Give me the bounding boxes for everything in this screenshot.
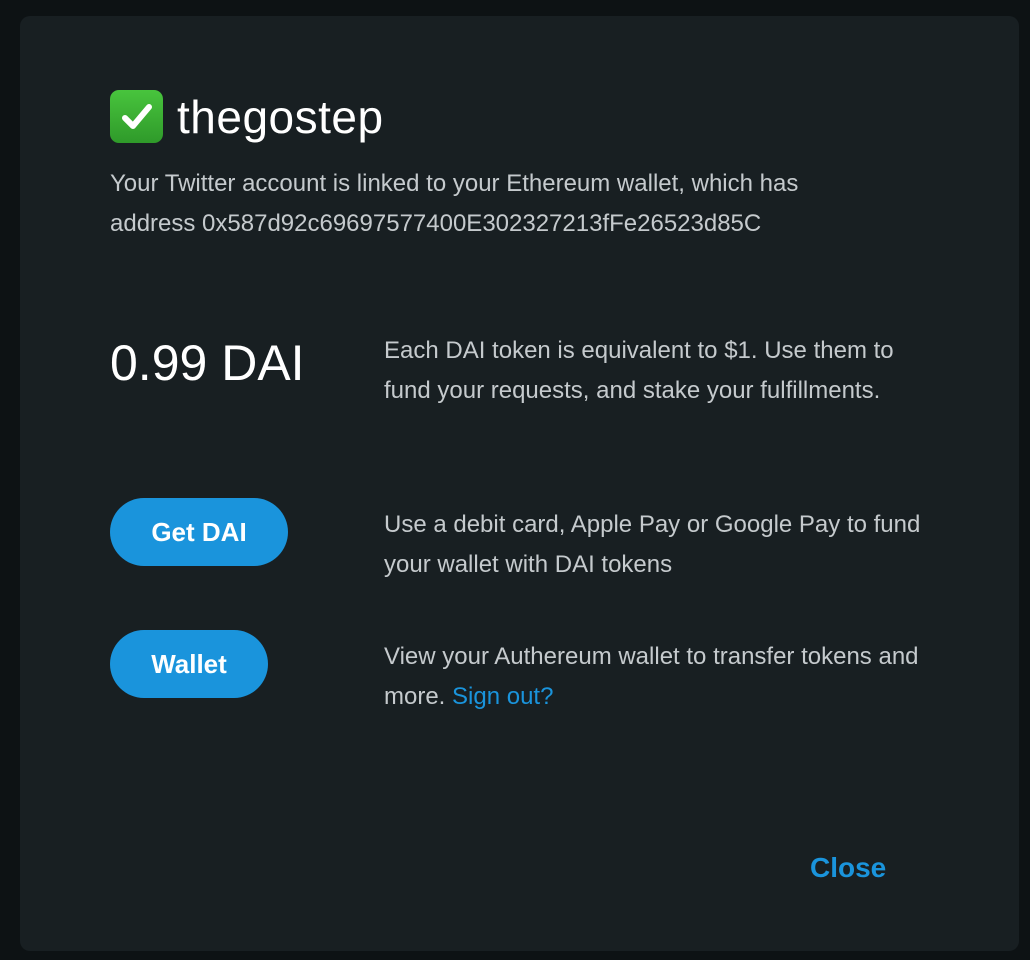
- username-title: thegostep: [177, 90, 384, 143]
- wallet-address: address 0x587d92c69697577400E302327213fF…: [110, 210, 762, 237]
- check-mark-icon: [110, 90, 163, 143]
- sign-out-link[interactable]: Sign out?: [452, 683, 553, 710]
- wallet-description: View your Authereum wallet to transfer t…: [384, 637, 944, 717]
- check-mark-glyph: [121, 103, 152, 129]
- wallet-button[interactable]: Wallet: [110, 630, 268, 698]
- wallet-link-info: Your Twitter account is linked to your E…: [110, 164, 910, 244]
- get-dai-button[interactable]: Get DAI: [110, 498, 288, 566]
- get-dai-description: Use a debit card, Apple Pay or Google Pa…: [384, 511, 921, 578]
- dai-balance-description: Each DAI token is equivalent to $1. Use …: [384, 337, 894, 404]
- close-button[interactable]: Close: [810, 852, 886, 884]
- wallet-modal: thegostep Your Twitter account is linked…: [20, 16, 1019, 951]
- wallet-link-text: Your Twitter account is linked to your E…: [110, 170, 799, 197]
- modal-header: thegostep: [110, 90, 384, 143]
- dai-balance: 0.99 DAI: [110, 335, 305, 391]
